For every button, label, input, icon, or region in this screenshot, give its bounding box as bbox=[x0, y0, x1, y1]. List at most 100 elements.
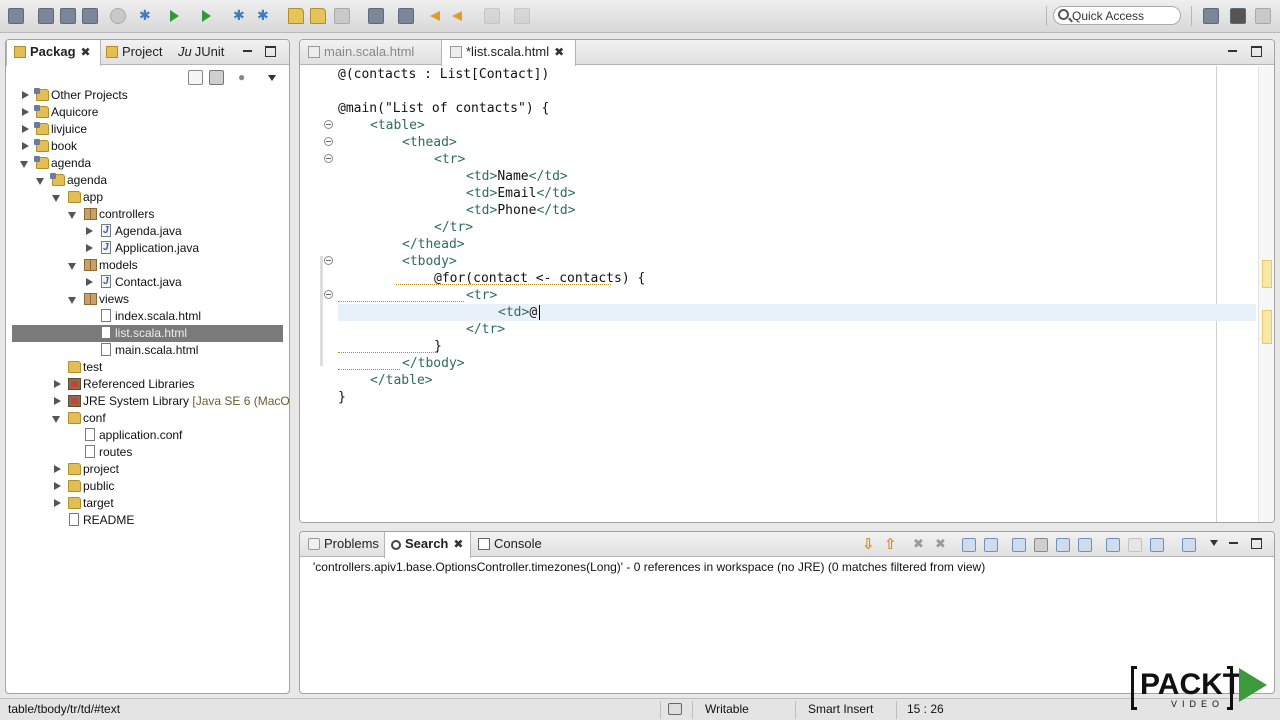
tree-item-agenda-java[interactable]: Agenda.java bbox=[83, 222, 289, 240]
run-icon[interactable] bbox=[166, 8, 182, 24]
java-perspective-icon[interactable] bbox=[1255, 8, 1271, 24]
remove-all-matches-icon[interactable] bbox=[934, 536, 948, 552]
previous-match-icon[interactable] bbox=[883, 535, 897, 553]
expand-icon[interactable] bbox=[54, 499, 61, 507]
pin-icon[interactable] bbox=[514, 8, 530, 24]
overview-ruler-mark[interactable] bbox=[1262, 310, 1272, 344]
expand-icon[interactable] bbox=[86, 244, 93, 252]
code-editor[interactable]: @(contacts : List[Contact]) @main("List … bbox=[300, 66, 1274, 522]
java-ee-perspective-icon[interactable] bbox=[1230, 8, 1246, 24]
external-tools-icon[interactable] bbox=[198, 8, 214, 24]
debug-icon[interactable] bbox=[138, 7, 154, 24]
open-perspective-icon[interactable] bbox=[1203, 8, 1219, 24]
fold-collapse-icon[interactable] bbox=[324, 154, 333, 163]
search-history-icon[interactable] bbox=[1150, 538, 1164, 552]
edit-icon[interactable] bbox=[334, 8, 350, 24]
minimize-icon[interactable] bbox=[1228, 538, 1239, 549]
minimize-icon[interactable] bbox=[242, 46, 253, 57]
tree-item-book[interactable]: book bbox=[19, 138, 289, 155]
view-menu-icon[interactable] bbox=[1210, 540, 1218, 546]
back-history-icon[interactable] bbox=[450, 8, 466, 24]
tree-item-routes[interactable]: routes bbox=[67, 444, 289, 461]
expand-icon[interactable] bbox=[22, 142, 29, 150]
expand-icon[interactable] bbox=[22, 91, 29, 99]
expand-icon[interactable] bbox=[54, 482, 61, 490]
overview-ruler[interactable] bbox=[1258, 66, 1274, 522]
collapse-all-icon[interactable] bbox=[188, 70, 203, 85]
print-icon[interactable] bbox=[82, 8, 98, 24]
expand-icon[interactable] bbox=[86, 227, 93, 235]
tab-junit[interactable]: Ju JUnit bbox=[178, 40, 224, 65]
view-menu-icon[interactable] bbox=[268, 75, 276, 81]
collapse-icon[interactable] bbox=[20, 161, 28, 168]
expand-icon[interactable] bbox=[54, 380, 61, 388]
quick-access-input[interactable] bbox=[1072, 8, 1176, 23]
remove-match-icon[interactable] bbox=[912, 536, 926, 552]
fold-collapse-icon[interactable] bbox=[324, 290, 333, 299]
collapse-icon[interactable] bbox=[52, 195, 60, 202]
expand-icon[interactable] bbox=[22, 125, 29, 133]
tab-search[interactable]: Search ✖ bbox=[384, 532, 471, 558]
expand-icon[interactable] bbox=[54, 465, 61, 473]
collapse-icon[interactable] bbox=[36, 178, 44, 185]
back-icon[interactable] bbox=[428, 8, 444, 24]
close-icon[interactable]: ✖ bbox=[81, 45, 91, 59]
close-icon[interactable]: ✖ bbox=[453, 537, 463, 551]
collapse-icon[interactable] bbox=[68, 263, 76, 270]
tab-project-explorer[interactable]: Project bbox=[106, 40, 162, 65]
tree-item-conf[interactable]: conf bbox=[51, 410, 289, 427]
open-folder-icon[interactable] bbox=[310, 8, 326, 24]
tree-item-application-java[interactable]: Application.java bbox=[83, 239, 289, 257]
show-as-tree-icon[interactable] bbox=[1034, 538, 1048, 552]
pin-view-icon[interactable] bbox=[1182, 538, 1196, 552]
tab-console[interactable]: Console bbox=[478, 532, 542, 557]
tree-item-models[interactable]: models bbox=[67, 257, 289, 274]
next-match-icon[interactable] bbox=[861, 535, 875, 553]
tree-item-main-scala-html[interactable]: main.scala.html bbox=[83, 342, 289, 359]
search-result-summary[interactable]: 'controllers.apiv1.base.OptionsControlle… bbox=[313, 560, 985, 574]
run-search-again-icon[interactable] bbox=[1012, 538, 1026, 552]
tree-item-livjuice[interactable]: livjuice bbox=[19, 121, 289, 138]
tree-item-index-scala-html[interactable]: index.scala.html bbox=[83, 308, 289, 325]
tree-item-agenda-project[interactable]: agenda bbox=[35, 172, 289, 189]
link-with-editor-icon[interactable] bbox=[209, 70, 224, 85]
new-java-project-icon[interactable] bbox=[232, 7, 248, 24]
tab-problems[interactable]: Problems bbox=[308, 532, 379, 557]
tree-item-public[interactable]: public bbox=[51, 478, 289, 495]
collapse-icon[interactable] bbox=[68, 212, 76, 219]
tree-item-list-scala-html[interactable]: list.scala.html bbox=[12, 325, 283, 342]
tree-item-referenced-libraries[interactable]: Referenced Libraries bbox=[51, 376, 289, 393]
tab-main-scala-html[interactable]: main.scala.html bbox=[308, 40, 414, 65]
open-type-icon[interactable] bbox=[288, 8, 304, 24]
task-icon[interactable] bbox=[668, 703, 682, 715]
maximize-icon[interactable] bbox=[1251, 46, 1262, 57]
group-by-icon[interactable] bbox=[1078, 538, 1092, 552]
tree-item-jre-system-library[interactable]: JRE System Library [Java SE 6 (MacOS ) bbox=[51, 393, 289, 410]
overview-ruler-mark[interactable] bbox=[1262, 260, 1272, 288]
new-icon[interactable] bbox=[8, 8, 24, 24]
save-all-icon[interactable] bbox=[60, 8, 76, 24]
save-icon[interactable] bbox=[38, 8, 54, 24]
maximize-icon[interactable] bbox=[1251, 538, 1262, 549]
tree-item-target[interactable]: target bbox=[51, 495, 289, 512]
tree-item-contact-java[interactable]: Contact.java bbox=[83, 273, 289, 291]
tree-item-controllers[interactable]: controllers bbox=[67, 206, 289, 223]
tab-list-scala-html[interactable]: *list.scala.html ✖ bbox=[441, 40, 576, 66]
tree-item-application-conf[interactable]: application.conf bbox=[67, 427, 289, 444]
show-as-list-icon[interactable] bbox=[1056, 538, 1070, 552]
expand-icon[interactable] bbox=[22, 108, 29, 116]
collapse-all-icon[interactable] bbox=[984, 538, 998, 552]
skip-breakpoints-icon[interactable] bbox=[110, 8, 126, 24]
minimize-icon[interactable] bbox=[1227, 46, 1238, 57]
refresh-icon[interactable] bbox=[1106, 538, 1120, 552]
close-icon[interactable]: ✖ bbox=[554, 45, 564, 59]
forward-icon[interactable] bbox=[484, 8, 500, 24]
new-class-icon[interactable] bbox=[256, 7, 272, 24]
fold-collapse-icon[interactable] bbox=[324, 137, 333, 146]
tree-item-views[interactable]: views bbox=[67, 291, 289, 308]
fold-collapse-icon[interactable] bbox=[324, 256, 333, 265]
tree-item-test[interactable]: test bbox=[51, 359, 289, 376]
fold-collapse-icon[interactable] bbox=[324, 120, 333, 129]
tree-item-other-projects[interactable]: Other Projects bbox=[19, 87, 289, 104]
quick-access-field[interactable] bbox=[1053, 6, 1181, 25]
